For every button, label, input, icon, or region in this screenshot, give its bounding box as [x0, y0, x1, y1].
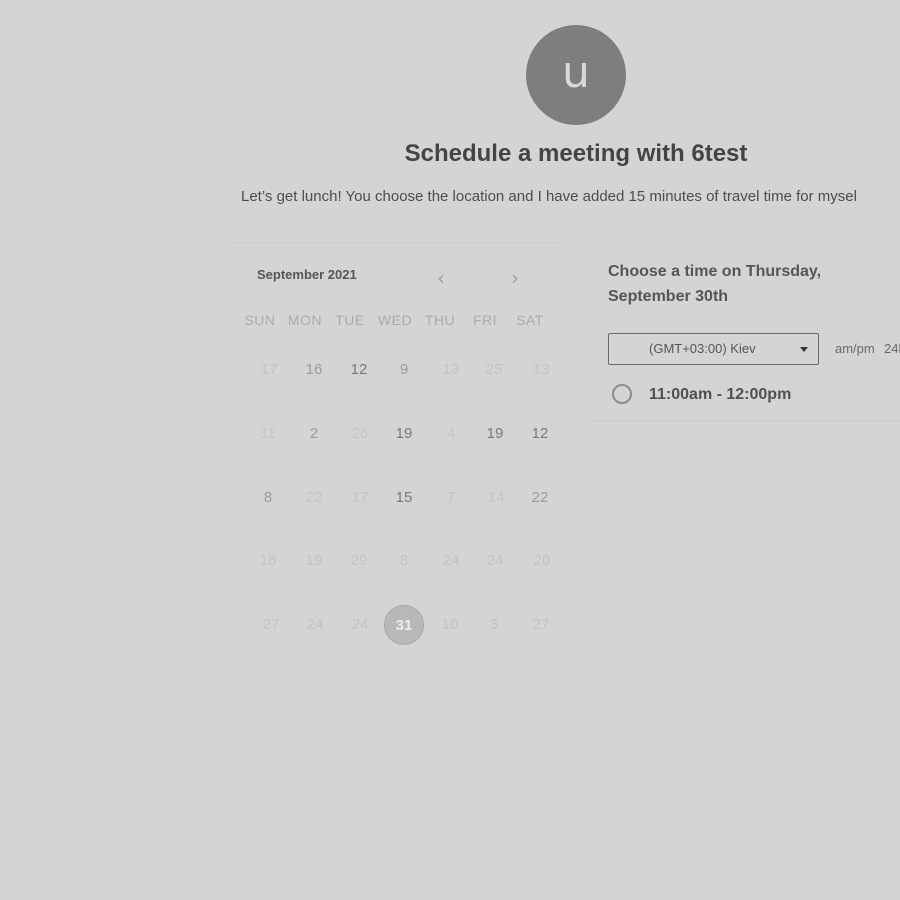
calendar-day[interactable]: 19 [384, 414, 424, 454]
calendar-day: 25 [485, 361, 503, 378]
calendar-day: 17 [260, 361, 278, 378]
format-24h-toggle[interactable]: 24h [884, 341, 900, 356]
calendar-day: 24 [351, 616, 369, 633]
host-avatar: u [526, 25, 626, 125]
time-slot-label[interactable]: 11:00am - 12:00pm [649, 386, 791, 404]
weekday-tue: TUE [335, 312, 365, 328]
page-title: Schedule a meeting with 6test [404, 140, 748, 167]
calendar-day: 8 [399, 552, 409, 569]
weekday-wed: WED [377, 312, 413, 328]
calendar-day[interactable]: 16 [294, 350, 334, 390]
format-ampm-toggle[interactable]: am/pm [835, 341, 875, 356]
calendar-day: 13 [532, 361, 550, 378]
calendar-day[interactable]: 8 [248, 478, 288, 518]
calendar-day: 26 [351, 425, 369, 442]
calendar-day: 3 [489, 616, 499, 633]
weekday-fri: FRI [472, 312, 498, 328]
calendar-day-selected[interactable]: 31 [384, 605, 424, 645]
calendar-top-divider [230, 242, 560, 243]
calendar-day[interactable]: 12 [339, 350, 379, 390]
calendar-day: 27 [262, 616, 280, 633]
calendar-day: 22 [305, 489, 323, 506]
timezone-select[interactable]: (GMT+03:00) Kiev [608, 333, 819, 365]
calendar-day[interactable]: 19 [475, 414, 515, 454]
calendar-day[interactable]: 12 [520, 414, 560, 454]
calendar-day: 20 [533, 552, 551, 569]
calendar-day: 24 [442, 552, 460, 569]
calendar-day: 14 [487, 489, 505, 506]
next-month-button[interactable]: › [505, 266, 525, 290]
chevron-right-icon: › [511, 266, 519, 290]
calendar-day: 24 [306, 616, 324, 633]
weekday-sun: SUN [244, 312, 276, 328]
calendar-day: 29 [350, 552, 368, 569]
caret-down-icon [800, 347, 808, 352]
month-label: September 2021 [257, 267, 357, 282]
chevron-left-icon: ‹ [437, 266, 445, 290]
scheduling-page: u Schedule a meeting with 6test Let’s ge… [0, 0, 900, 900]
calendar-day: 18 [259, 552, 277, 569]
timezone-value: (GMT+03:00) Kiev [649, 341, 756, 356]
weekday-thu: THU [424, 312, 456, 328]
meeting-description: Let’s get lunch! You choose the location… [241, 188, 857, 205]
calendar-day[interactable]: 2 [294, 414, 334, 454]
time-slot-radio[interactable] [612, 384, 632, 404]
prev-month-button[interactable]: ‹ [431, 266, 451, 290]
calendar-day: 17 [351, 489, 369, 506]
calendar-day: 7 [446, 489, 456, 506]
calendar-day: 24 [486, 552, 504, 569]
calendar-day: 19 [305, 552, 323, 569]
calendar-day: 10 [441, 616, 459, 633]
time-picker-heading: Choose a time on Thursday, September 30t… [608, 263, 822, 305]
calendar-day: 11 [260, 425, 276, 442]
calendar-day[interactable]: 22 [520, 478, 560, 518]
calendar-day: 27 [532, 616, 550, 633]
calendar-day[interactable]: 15 [384, 478, 424, 518]
calendar-day[interactable]: 9 [384, 350, 424, 390]
calendar-day: 13 [442, 361, 460, 378]
calendar-day: 4 [446, 425, 456, 442]
time-slot-divider [592, 420, 900, 421]
weekday-sat: SAT [516, 312, 544, 328]
weekday-mon: MON [287, 312, 323, 328]
